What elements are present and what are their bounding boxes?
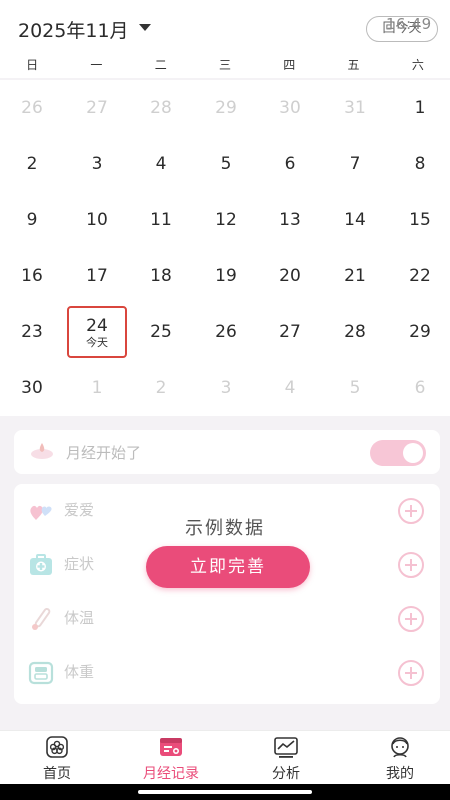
calendar-day[interactable]: 15 bbox=[388, 192, 450, 248]
calendar-day[interactable]: 4 bbox=[129, 136, 193, 192]
calendar-day[interactable]: 4 bbox=[258, 360, 322, 416]
scale-icon bbox=[28, 661, 54, 685]
calendar-day[interactable]: 10 bbox=[65, 192, 129, 248]
calendar-day[interactable]: 1 bbox=[65, 360, 129, 416]
calendar-day[interactable]: 25 bbox=[129, 304, 193, 360]
calendar-day[interactable]: 14 bbox=[323, 192, 387, 248]
home-indicator[interactable] bbox=[138, 790, 312, 794]
period-start-panel: 月经开始了 bbox=[14, 430, 440, 474]
calendar-day[interactable]: 6 bbox=[258, 136, 322, 192]
weekday-fri: 五 bbox=[347, 58, 360, 72]
tab-analysis-label: 分析 bbox=[272, 766, 300, 782]
period-record-icon bbox=[160, 738, 182, 756]
calendar-day[interactable]: 6 bbox=[388, 360, 450, 416]
tab-profile-label: 我的 bbox=[386, 766, 414, 782]
calendar-day[interactable]: 28 bbox=[323, 304, 387, 360]
calendar-day[interactable]: 17 bbox=[65, 248, 129, 304]
calendar-day[interactable]: 2 bbox=[129, 360, 193, 416]
calendar-day[interactable]: 30 bbox=[258, 80, 322, 136]
month-selector[interactable]: 2025年11月 bbox=[18, 16, 129, 43]
record-label-temperature: 体温 bbox=[64, 609, 95, 627]
calendar-day[interactable]: 13 bbox=[258, 192, 322, 248]
tab-home-label: 首页 bbox=[43, 766, 71, 782]
calendar-day[interactable]: 12 bbox=[194, 192, 258, 248]
calendar-day[interactable]: 27 bbox=[258, 304, 322, 360]
calendar-day[interactable]: 20 bbox=[258, 248, 322, 304]
tab-analysis[interactable]: 分析 bbox=[230, 735, 342, 783]
calendar-day[interactable]: 11 bbox=[129, 192, 193, 248]
calendar-day[interactable]: 2 bbox=[0, 136, 64, 192]
weekday-thu: 四 bbox=[283, 58, 296, 72]
calendar-day[interactable]: 8 bbox=[388, 136, 450, 192]
weekday-tue: 二 bbox=[154, 58, 167, 72]
calendar-day[interactable]: 19 bbox=[194, 248, 258, 304]
clock-overlay: 16:49 bbox=[386, 15, 432, 33]
calendar-day[interactable]: 16 bbox=[0, 248, 64, 304]
thermometer-icon bbox=[32, 608, 51, 630]
calendar-day[interactable]: 31 bbox=[323, 80, 387, 136]
calendar-day[interactable]: 9 bbox=[0, 192, 64, 248]
profile-icon bbox=[391, 737, 409, 758]
period-start-toggle[interactable] bbox=[370, 440, 426, 466]
calendar-day[interactable]: 7 bbox=[323, 136, 387, 192]
tab-period-record-label: 月经记录 bbox=[143, 766, 199, 782]
add-symptoms-icon[interactable] bbox=[398, 552, 424, 578]
calendar-day[interactable]: 28 bbox=[129, 80, 193, 136]
calendar-day[interactable]: 26 bbox=[0, 80, 64, 136]
calendar-day[interactable]: 5 bbox=[323, 360, 387, 416]
calendar-day[interactable]: 29 bbox=[388, 304, 450, 360]
weekday-wed: 三 bbox=[218, 58, 231, 72]
chart-analysis-icon bbox=[274, 737, 298, 758]
calendar-day[interactable]: 27 bbox=[65, 80, 129, 136]
toggle-knob bbox=[403, 443, 423, 463]
calendar-day[interactable]: 26 bbox=[194, 304, 258, 360]
record-label-symptoms: 症状 bbox=[64, 555, 95, 573]
record-label-weight: 体重 bbox=[64, 663, 95, 681]
weekday-mon: 一 bbox=[90, 58, 103, 72]
record-row-temperature[interactable]: 体温 bbox=[14, 592, 440, 646]
flower-home-icon bbox=[46, 736, 68, 758]
medkit-icon bbox=[30, 554, 52, 575]
complete-now-button[interactable]: 立即完善 bbox=[146, 546, 310, 588]
calendar-header: 2025年11月 回今天 16:49 bbox=[0, 0, 450, 56]
calendar-grid: 26 27 28 29 30 31 1 2 3 4 5 6 7 8 9 10 11 12 13 14 15 16 17 18 1… bbox=[0, 80, 450, 416]
calendar-day[interactable]: 18 bbox=[129, 248, 193, 304]
tab-home[interactable]: 首页 bbox=[1, 735, 113, 783]
period-start-label: 月经开始了 bbox=[66, 444, 142, 462]
record-row-weight[interactable]: 体重 bbox=[14, 646, 440, 700]
calendar-day[interactable]: 23 bbox=[0, 304, 64, 360]
tab-period-record[interactable]: 月经记录 bbox=[115, 735, 227, 783]
today-label: 今天 bbox=[86, 336, 108, 349]
calendar-day[interactable]: 5 bbox=[194, 136, 258, 192]
weekday-header: 日 一 二 三 四 五 六 bbox=[0, 56, 450, 78]
calendar-day[interactable]: 3 bbox=[194, 360, 258, 416]
period-drop-icon bbox=[31, 443, 53, 459]
calendar-day[interactable]: 22 bbox=[388, 248, 450, 304]
add-temperature-icon[interactable] bbox=[398, 606, 424, 632]
day-number: 24 bbox=[86, 316, 108, 336]
caret-down-icon[interactable] bbox=[139, 24, 151, 31]
calendar-day-today[interactable]: 24 今天 bbox=[67, 306, 127, 358]
tab-profile[interactable]: 我的 bbox=[344, 735, 450, 783]
add-weight-icon[interactable] bbox=[398, 660, 424, 686]
weekday-sun: 日 bbox=[26, 58, 39, 72]
calendar-day[interactable]: 1 bbox=[388, 80, 450, 136]
bottom-tab-bar: 首页 月经记录 分析 我的 bbox=[0, 730, 450, 784]
calendar-day[interactable]: 29 bbox=[194, 80, 258, 136]
sample-data-title: 示例数据 bbox=[185, 518, 265, 539]
calendar-day[interactable]: 3 bbox=[65, 136, 129, 192]
weekday-sat: 六 bbox=[411, 58, 424, 72]
calendar-day[interactable]: 21 bbox=[323, 248, 387, 304]
calendar-day[interactable]: 30 bbox=[0, 360, 64, 416]
